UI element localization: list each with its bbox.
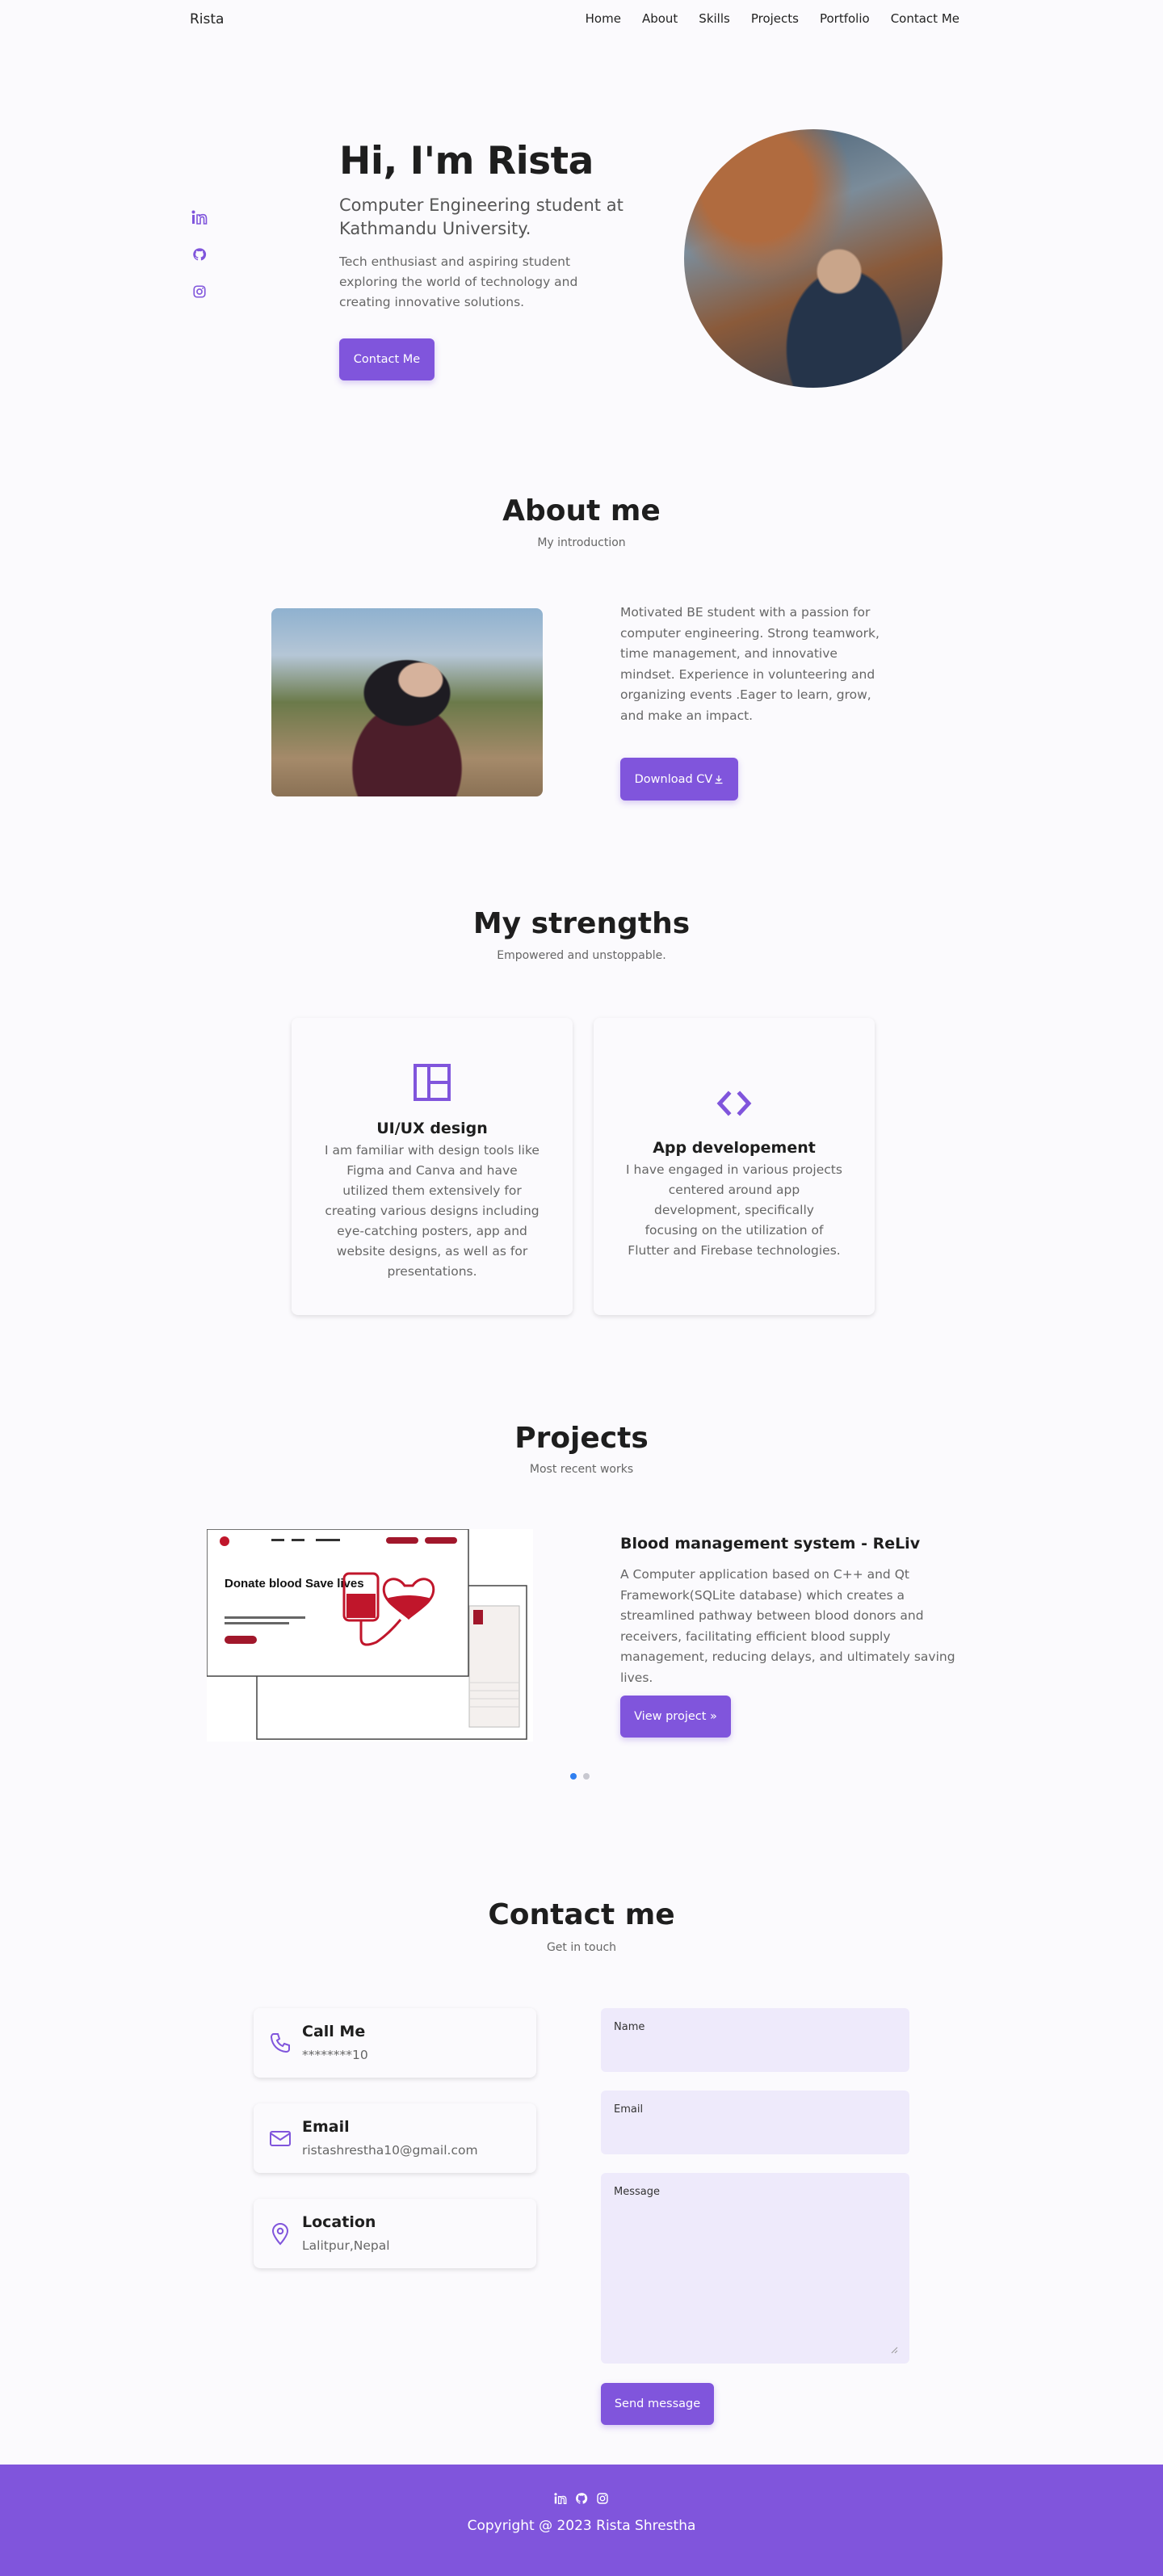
- copyright-text: Copyright @ 2023 Rista Shrestha: [467, 2518, 696, 2534]
- linkedin-icon[interactable]: [554, 2492, 567, 2505]
- about-text: Motivated BE student with a passion for …: [620, 605, 880, 723]
- resize-handle-icon[interactable]: [890, 2346, 898, 2354]
- instagram-icon[interactable]: [596, 2492, 609, 2505]
- about-photo: [271, 608, 543, 796]
- linkedin-icon[interactable]: [191, 210, 208, 225]
- contact-card-value: Lalitpur,Nepal: [302, 2238, 390, 2253]
- projects-subtitle: Most recent works: [529, 1463, 634, 1476]
- view-project-button[interactable]: View project »: [620, 1696, 731, 1738]
- phone-icon: [270, 2033, 290, 2053]
- strength-card-title: UI/UX design: [376, 1120, 488, 1137]
- location-pin-icon: [271, 2223, 289, 2246]
- hero-description: Tech enthusiast and aspiring student exp…: [339, 254, 578, 309]
- download-cv-button[interactable]: Download CV: [620, 758, 738, 801]
- nav-skills[interactable]: Skills: [699, 11, 730, 26]
- github-icon[interactable]: [191, 247, 208, 262]
- carousel-pagination: [570, 1773, 590, 1780]
- mail-icon: [270, 2131, 291, 2146]
- project-description: A Computer application based on C++ and …: [620, 1567, 955, 1685]
- hero-subtitle: Computer Engineering student at Kathmand…: [339, 195, 623, 238]
- name-field[interactable]: Name: [601, 2008, 909, 2072]
- strength-card-title: App developement: [653, 1139, 816, 1157]
- contact-card-phone[interactable]: Call Me ********10: [254, 2008, 536, 2078]
- strength-card-description: I have engaged in various projects cente…: [626, 1162, 842, 1258]
- contact-title: Contact me: [488, 1898, 675, 1931]
- hero-title: Hi, I'm Rista: [339, 139, 594, 183]
- strength-card-app-dev: App developement I have engaged in vario…: [594, 1018, 875, 1315]
- footer-social-links: [0, 2492, 1163, 2505]
- download-icon: [715, 775, 723, 784]
- contact-card-label: Location: [302, 2213, 376, 2231]
- instagram-icon[interactable]: [191, 284, 208, 299]
- hero-profile-photo: [684, 129, 943, 388]
- nav-contact[interactable]: Contact Me: [891, 11, 959, 26]
- contact-subtitle: Get in touch: [546, 1941, 617, 1954]
- nav-home[interactable]: Home: [586, 11, 621, 26]
- email-field[interactable]: Email: [601, 2091, 909, 2154]
- carousel-dot-1[interactable]: [570, 1773, 577, 1780]
- message-field-label: Message: [614, 2186, 660, 2198]
- nav-portfolio[interactable]: Portfolio: [820, 11, 870, 26]
- main-nav: Home About Skills Projects Portfolio Con…: [586, 11, 959, 26]
- project-screenshot: Donate blood Save lives: [206, 1528, 533, 1742]
- about-subtitle: My introduction: [537, 536, 626, 549]
- layout-icon: [414, 1064, 451, 1101]
- nav-projects[interactable]: Projects: [751, 11, 799, 26]
- contact-card-label: Call Me: [302, 2023, 366, 2040]
- contact-card-email[interactable]: Email ristashrestha10@gmail.com: [254, 2103, 536, 2173]
- contact-card-value: ********10: [302, 2048, 368, 2062]
- hero-social-links: [191, 210, 208, 299]
- about-title: About me: [502, 494, 661, 527]
- name-field-label: Name: [614, 2021, 645, 2033]
- message-field[interactable]: Message: [601, 2173, 909, 2364]
- strengths-subtitle: Empowered and unstoppable.: [497, 949, 666, 962]
- strengths-title: My strengths: [472, 907, 691, 940]
- strength-card-description: I am familiar with design tools like Fig…: [325, 1143, 540, 1279]
- contact-card-value: ristashrestha10@gmail.com: [302, 2143, 478, 2158]
- project-title: Blood management system - ReLiv: [620, 1535, 921, 1553]
- send-message-button[interactable]: Send message: [601, 2383, 714, 2425]
- email-field-label: Email: [614, 2103, 644, 2116]
- contact-card-location[interactable]: Location Lalitpur,Nepal: [254, 2199, 536, 2268]
- strength-card-uiux: UI/UX design I am familiar with design t…: [292, 1018, 573, 1315]
- contact-me-button[interactable]: Contact Me: [339, 338, 435, 380]
- carousel-dot-2[interactable]: [583, 1773, 590, 1780]
- brand-logo[interactable]: Rista: [190, 11, 224, 27]
- contact-card-label: Email: [302, 2118, 350, 2136]
- nav-about[interactable]: About: [642, 11, 678, 26]
- code-icon: [716, 1090, 752, 1116]
- projects-title: Projects: [514, 1422, 649, 1455]
- download-cv-label: Download CV: [634, 772, 713, 786]
- github-icon[interactable]: [575, 2492, 588, 2505]
